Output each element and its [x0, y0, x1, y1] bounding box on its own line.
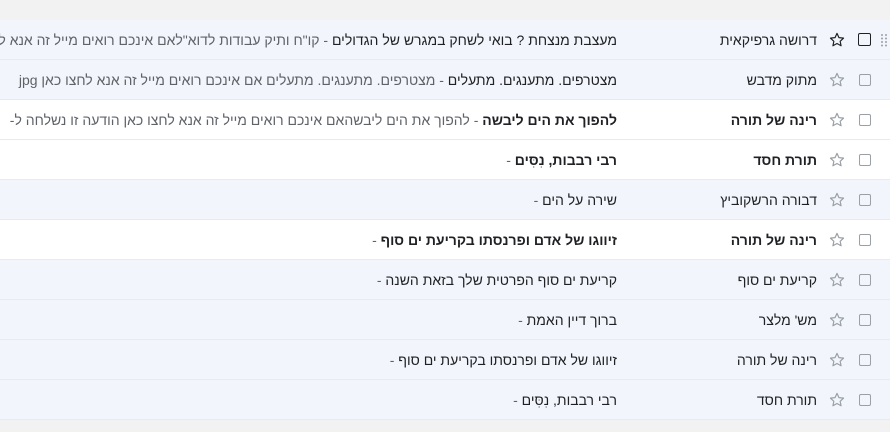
- email-row[interactable]: רינה של תורה זיווגו של אדם ופרנסתו בקריעת…: [0, 220, 890, 260]
- email-sender: רינה של תורה: [730, 112, 817, 128]
- email-subject: קריעת ים סוף הפרטית שלך בזאת השנה: [385, 272, 617, 288]
- select-checkbox[interactable]: [859, 194, 871, 206]
- email-sender: תורת חסד: [756, 392, 817, 408]
- select-checkbox[interactable]: [859, 314, 871, 326]
- star-icon[interactable]: [828, 111, 846, 129]
- email-row[interactable]: רינה של תורה זיווגו של אדם ופרנסתו בקריעת…: [0, 340, 890, 380]
- email-subject: ברוך דיין האמת: [526, 312, 617, 328]
- email-snippet: -: [533, 192, 543, 208]
- email-content: שירה על הים -: [0, 180, 617, 219]
- email-subject: זיווגו של אדם ופרנסתו בקריעת ים סוף: [398, 352, 617, 368]
- star-icon[interactable]: [828, 351, 846, 369]
- select-checkbox[interactable]: [859, 154, 871, 166]
- email-snippet: - מצטרפים. מתענגים. מתעלים אם אינכם רואי…: [18, 72, 448, 88]
- email-subject: להפוך את הים ליבשה: [482, 112, 617, 128]
- email-row[interactable]: קריעת ים סוף קריעת ים סוף הפרטית שלך בזאת…: [0, 260, 890, 300]
- select-checkbox[interactable]: [859, 74, 871, 86]
- email-content: מעצבת מנצחת ? בואי לשחק במגרש של הגדולים…: [0, 20, 617, 59]
- email-content: זיווגו של אדם ופרנסתו בקריעת ים סוף -: [0, 220, 617, 259]
- email-snippet: -: [506, 152, 515, 168]
- email-content: זיווגו של אדם ופרנסתו בקריעת ים סוף -: [0, 340, 617, 379]
- star-icon[interactable]: [828, 391, 846, 409]
- select-checkbox[interactable]: [859, 274, 871, 286]
- drag-handle-icon[interactable]: [880, 33, 888, 47]
- email-row[interactable]: תורת חסד רבי רבבות, נִסִּים -: [0, 140, 890, 180]
- select-checkbox[interactable]: [859, 354, 871, 366]
- email-row[interactable]: דבורה הרשקוביץ שירה על הים -: [0, 180, 890, 220]
- email-snippet: -: [518, 312, 527, 328]
- email-sender: תורת חסד: [753, 152, 817, 168]
- star-icon[interactable]: [828, 31, 846, 49]
- star-icon[interactable]: [828, 231, 846, 249]
- email-content: קריעת ים סוף הפרטית שלך בזאת השנה -: [0, 260, 617, 299]
- email-sender: דרושה גרפיקאית: [719, 32, 817, 48]
- email-content: להפוך את הים ליבשה - להפוך את הים ליבשהא…: [0, 100, 617, 139]
- email-row[interactable]: מתוק מדבש מצטרפים. מתענגים. מתעלים - מצטר…: [0, 60, 890, 100]
- select-checkbox[interactable]: [859, 114, 871, 126]
- email-row[interactable]: תורת חסד רבי רבבות, נִסִּים -: [0, 380, 890, 420]
- email-subject: מצטרפים. מתענגים. מתעלים: [447, 72, 617, 88]
- select-checkbox[interactable]: [859, 394, 871, 406]
- email-list: דרושה גרפיקאית מעצבת מנצחת ? בואי לשחק במ…: [0, 20, 890, 420]
- select-checkbox[interactable]: [859, 234, 871, 246]
- star-icon[interactable]: [828, 271, 846, 289]
- email-sender: דבורה הרשקוביץ: [720, 192, 817, 208]
- email-snippet: - קו"ח ותיק עבודות לדוא"לאם אינכם רואים …: [0, 32, 329, 48]
- star-icon[interactable]: [828, 71, 846, 89]
- email-content: רבי רבבות, נִסִּים -: [0, 380, 617, 419]
- email-sender: רינה של תורה: [736, 352, 817, 368]
- email-snippet: -: [372, 232, 381, 248]
- email-subject: שירה על הים: [542, 192, 617, 208]
- email-content: מצטרפים. מתענגים. מתעלים - מצטרפים. מתענ…: [0, 60, 617, 99]
- email-subject: מעצבת מנצחת ? בואי לשחק במגרש של הגדולים: [331, 32, 617, 48]
- email-sender: מתוק מדבש: [746, 72, 817, 88]
- email-sender: קריעת ים סוף: [737, 272, 817, 288]
- email-subject: זיווגו של אדם ופרנסתו בקריעת ים סוף: [380, 232, 617, 248]
- star-icon[interactable]: [828, 151, 846, 169]
- email-sender: רינה של תורה: [730, 232, 817, 248]
- email-snippet: -: [389, 352, 399, 368]
- star-icon[interactable]: [828, 311, 846, 329]
- email-sender: מש' מלצר: [758, 312, 817, 328]
- email-snippet: - להפוך את הים ליבשהאם אינכם רואים מייל …: [9, 112, 483, 128]
- email-row[interactable]: דרושה גרפיקאית מעצבת מנצחת ? בואי לשחק במ…: [0, 20, 890, 60]
- email-row[interactable]: מש' מלצר ברוך דיין האמת -: [0, 300, 890, 340]
- email-subject: רבי רבבות, נִסִּים: [521, 392, 617, 408]
- email-row[interactable]: רינה של תורה להפוך את הים ליבשה - להפוך א…: [0, 100, 890, 140]
- star-icon[interactable]: [828, 191, 846, 209]
- email-content: ברוך דיין האמת -: [0, 300, 617, 339]
- email-snippet: -: [513, 392, 522, 408]
- email-content: רבי רבבות, נִסִּים -: [0, 140, 617, 179]
- email-subject: רבי רבבות, נִסִּים: [514, 152, 617, 168]
- select-checkbox[interactable]: [858, 33, 871, 46]
